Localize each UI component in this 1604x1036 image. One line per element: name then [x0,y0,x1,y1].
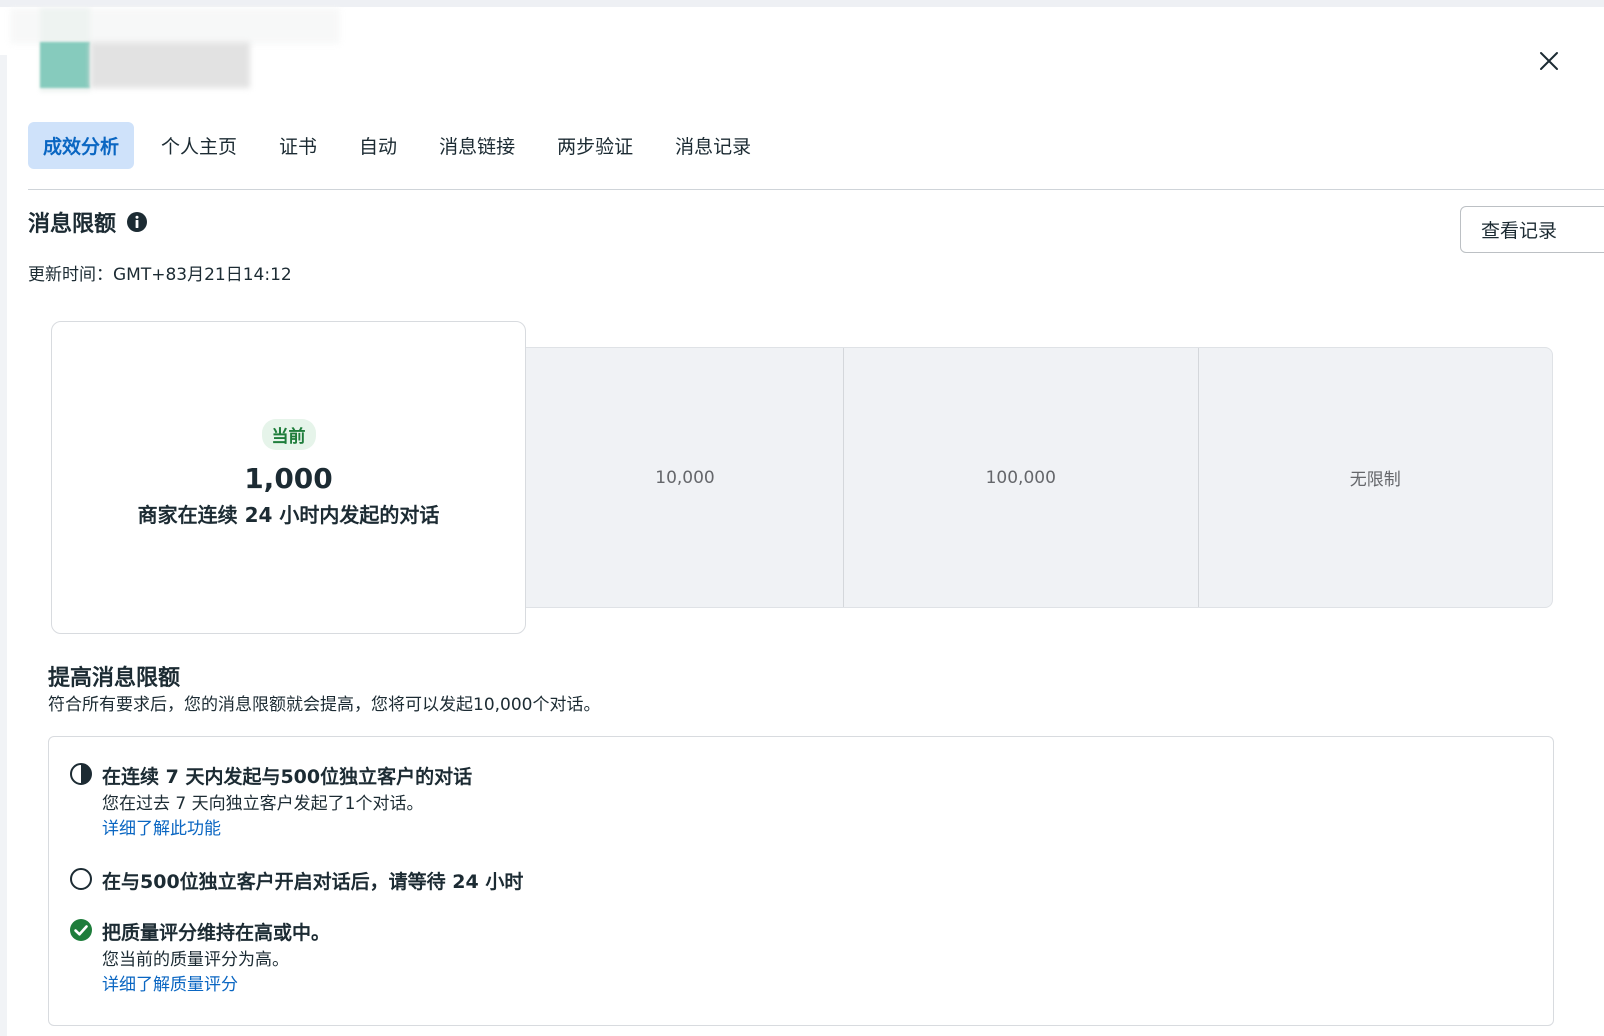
current-badge: 当前 [261,419,316,450]
tab-insights[interactable]: 成效分析 [28,122,135,169]
requirement-status: 您当前的质量评分为高。 [102,950,289,970]
current-limit-description: 商家在连续 24 小时内发起的对话 [137,503,440,527]
message-limit-header: 消息限额 [28,206,148,238]
requirement-title: 在连续 7 天内发起与500位独立客户的对话 [102,766,473,788]
tab-bar: 成效分析 个人主页 证书 自动 消息链接 两步验证 消息记录 [28,122,778,169]
tab-two-step-verification[interactable]: 两步验证 [542,122,648,169]
update-time: 更新时间：GMT+83月21日14:12 [28,265,292,285]
half-circle-icon [70,763,92,785]
tab-automation[interactable]: 自动 [344,122,412,169]
blurred-account-logo [10,8,340,92]
view-log-button[interactable]: 查看记录 [1460,206,1604,253]
current-limit-card: 当前 1,000 商家在连续 24 小时内发起的对话 [51,321,526,634]
requirements-list: 在连续 7 天内发起与500位独立客户的对话 您在过去 7 天向独立客户发起了1… [48,736,1554,1026]
requirement-title: 把质量评分维持在高或中。 [102,922,331,944]
learn-more-quality-link[interactable]: 详细了解质量评分 [102,970,238,995]
tab-message-history[interactable]: 消息记录 [660,122,766,169]
tier-unlimited: 无限制 [1197,348,1553,607]
window-top-bar [0,0,1604,7]
empty-circle-icon [70,868,92,890]
close-icon [1540,52,1558,70]
tabs-divider [28,189,1604,190]
window-left-edge [0,55,7,1036]
learn-more-link[interactable]: 详细了解此功能 [102,814,221,839]
tier-10000: 10,000 [655,467,715,488]
info-icon[interactable] [126,211,148,233]
limit-tier-strip: 10,000 100,000 无限制 [490,347,1553,608]
raise-limit-description: 符合所有要求后，您的消息限额就会提高，您将可以发起10,000个对话。 [48,695,601,715]
check-circle-icon [70,919,92,941]
tab-certificate[interactable]: 证书 [264,122,332,169]
tab-message-links[interactable]: 消息链接 [424,122,530,169]
tab-profile[interactable]: 个人主页 [146,122,252,169]
message-limit-title: 消息限额 [28,212,117,237]
close-button[interactable] [1536,48,1562,74]
tier-100000: 100,000 [843,348,1198,607]
requirement-status: 您在过去 7 天向独立客户发起了1个对话。 [102,794,424,814]
requirement-title: 在与500位独立客户开启对话后，请等待 24 小时 [102,871,524,893]
raise-limit-title: 提高消息限额 [48,666,181,691]
current-limit-value: 1,000 [244,462,333,495]
